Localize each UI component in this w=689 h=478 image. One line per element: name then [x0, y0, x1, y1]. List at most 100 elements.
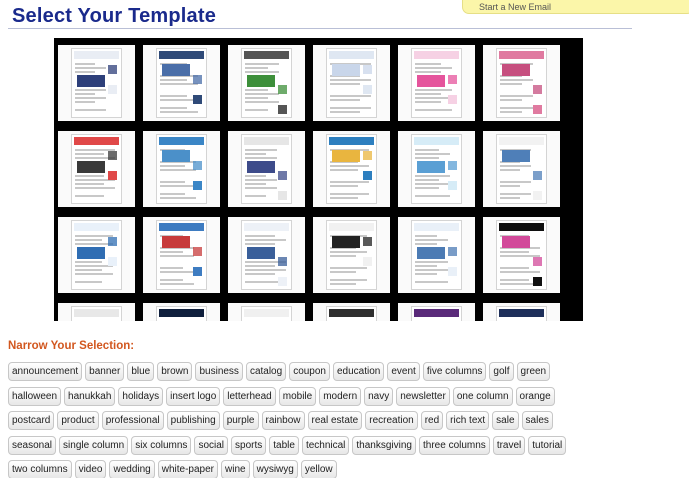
filter-tag-row: halloween hanukkah holidays insert logo lett…: [8, 386, 648, 412]
filter-tag-button[interactable]: seasonal: [8, 435, 57, 455]
filter-tag-button[interactable]: catalog: [245, 362, 287, 381]
filter-tag-button[interactable]: blue: [127, 362, 155, 381]
filter-tag-button[interactable]: postcard: [8, 411, 55, 430]
filter-tag-button[interactable]: product: [57, 411, 99, 430]
template-preview: [71, 48, 122, 118]
filter-tag-button[interactable]: orange: [515, 386, 555, 406]
template-thumbnail[interactable]: [313, 217, 390, 293]
filter-tag-button[interactable]: coupon: [289, 362, 330, 381]
filter-tag-button[interactable]: rich text: [446, 411, 490, 430]
template-thumbnail[interactable]: [483, 303, 560, 321]
template-thumbnail[interactable]: [228, 45, 305, 121]
filter-tag-button[interactable]: banner: [85, 362, 125, 381]
template-preview: [411, 48, 462, 118]
filter-tag-button[interactable]: halloween: [8, 386, 62, 406]
filter-tag-button[interactable]: mobile: [278, 386, 317, 406]
template-gallery[interactable]: [54, 38, 583, 321]
template-thumbnail[interactable]: [313, 131, 390, 207]
template-thumbnail[interactable]: [398, 45, 475, 121]
filter-tag-button[interactable]: red: [420, 411, 444, 430]
template-preview: [71, 134, 122, 204]
filter-tag-button[interactable]: travel: [492, 435, 526, 455]
template-thumbnail[interactable]: [228, 303, 305, 321]
template-thumbnail[interactable]: [398, 131, 475, 207]
template-thumbnail[interactable]: [58, 131, 135, 207]
filter-tag-button[interactable]: rainbow: [261, 411, 305, 430]
filter-tag-button[interactable]: navy: [364, 386, 394, 406]
filter-tag-button[interactable]: golf: [489, 362, 514, 381]
template-thumbnail[interactable]: [313, 303, 390, 321]
filter-tag-button[interactable]: social: [194, 435, 229, 455]
filter-tag-button[interactable]: purple: [222, 411, 259, 430]
template-preview: [496, 306, 547, 321]
template-thumbnail[interactable]: [398, 217, 475, 293]
filter-tag-button[interactable]: business: [195, 362, 243, 381]
template-thumbnail[interactable]: [483, 217, 560, 293]
filter-tag-button[interactable]: insert logo: [166, 386, 221, 406]
template-thumbnail[interactable]: [58, 45, 135, 121]
filter-tag-button[interactable]: education: [333, 362, 385, 381]
filter-tag-button[interactable]: wedding: [109, 460, 155, 478]
filter-tag-button[interactable]: wysiwyg: [252, 460, 298, 478]
filter-tag-button[interactable]: publishing: [166, 411, 220, 430]
filter-tag-button[interactable]: recreation: [365, 411, 418, 430]
template-thumbnail[interactable]: [228, 217, 305, 293]
template-thumbnail[interactable]: [143, 217, 220, 293]
template-preview: [156, 220, 207, 290]
template-thumbnail[interactable]: [143, 303, 220, 321]
template-thumbnail[interactable]: [143, 45, 220, 121]
filter-tag-row: seasonal single column six columns social sp…: [8, 435, 648, 461]
filter-tag-button[interactable]: tutorial: [528, 435, 567, 455]
template-preview: [411, 220, 462, 290]
filter-tag-button[interactable]: modern: [319, 386, 362, 406]
filter-tag-button[interactable]: one column: [452, 386, 513, 406]
filter-tag-button[interactable]: wine: [221, 460, 250, 478]
template-preview: [241, 48, 292, 118]
filter-tag-button[interactable]: event: [387, 362, 420, 381]
template-preview: [156, 48, 207, 118]
filter-tag-button[interactable]: six columns: [131, 435, 192, 455]
template-thumbnail[interactable]: [58, 217, 135, 293]
template-preview: [496, 134, 547, 204]
template-preview: [71, 220, 122, 290]
template-preview: [156, 134, 207, 204]
template-thumbnail[interactable]: [143, 131, 220, 207]
filter-tag-button[interactable]: video: [74, 460, 107, 478]
filter-tag-button[interactable]: single column: [59, 435, 129, 455]
template-preview: [241, 134, 292, 204]
filter-tag-button[interactable]: sales: [521, 411, 553, 430]
filter-tag-button[interactable]: three columns: [419, 435, 490, 455]
filter-tag-button[interactable]: announcement: [8, 362, 83, 381]
template-thumbnail[interactable]: [483, 131, 560, 207]
template-thumbnail[interactable]: [228, 131, 305, 207]
filter-tag-button[interactable]: table: [269, 435, 299, 455]
template-preview: [411, 134, 462, 204]
template-preview: [326, 306, 377, 321]
filter-tag-button[interactable]: thanksgiving: [352, 435, 416, 455]
template-thumbnail[interactable]: [398, 303, 475, 321]
template-preview: [411, 306, 462, 321]
template-thumbnail[interactable]: [313, 45, 390, 121]
filter-tag-button[interactable]: brown: [157, 362, 193, 381]
template-grid: [58, 45, 560, 321]
filter-tag-button[interactable]: white-paper: [157, 460, 219, 478]
filter-tag-button[interactable]: sale: [492, 411, 519, 430]
filter-tag-button[interactable]: technical: [301, 435, 350, 455]
template-preview: [326, 48, 377, 118]
filter-tag-button[interactable]: green: [516, 362, 551, 381]
filter-tag-button[interactable]: hanukkah: [64, 386, 116, 406]
filter-tag-button[interactable]: real estate: [307, 411, 363, 430]
filter-tag-button[interactable]: professional: [101, 411, 164, 430]
filter-tag-button[interactable]: sports: [231, 435, 267, 455]
filter-tag-button[interactable]: yellow: [300, 460, 337, 478]
start-new-email-button[interactable]: Start a New Email: [462, 0, 689, 14]
page-title: Select Your Template: [12, 5, 217, 27]
template-thumbnail[interactable]: [58, 303, 135, 321]
filter-tag-button[interactable]: five columns: [422, 362, 487, 381]
filter-tag-button[interactable]: two columns: [8, 460, 72, 478]
filter-tag-button[interactable]: holidays: [118, 386, 164, 406]
template-thumbnail[interactable]: [483, 45, 560, 121]
filter-tag-button[interactable]: letterhead: [223, 386, 276, 406]
template-preview: [326, 134, 377, 204]
filter-tag-button[interactable]: newsletter: [396, 386, 450, 406]
